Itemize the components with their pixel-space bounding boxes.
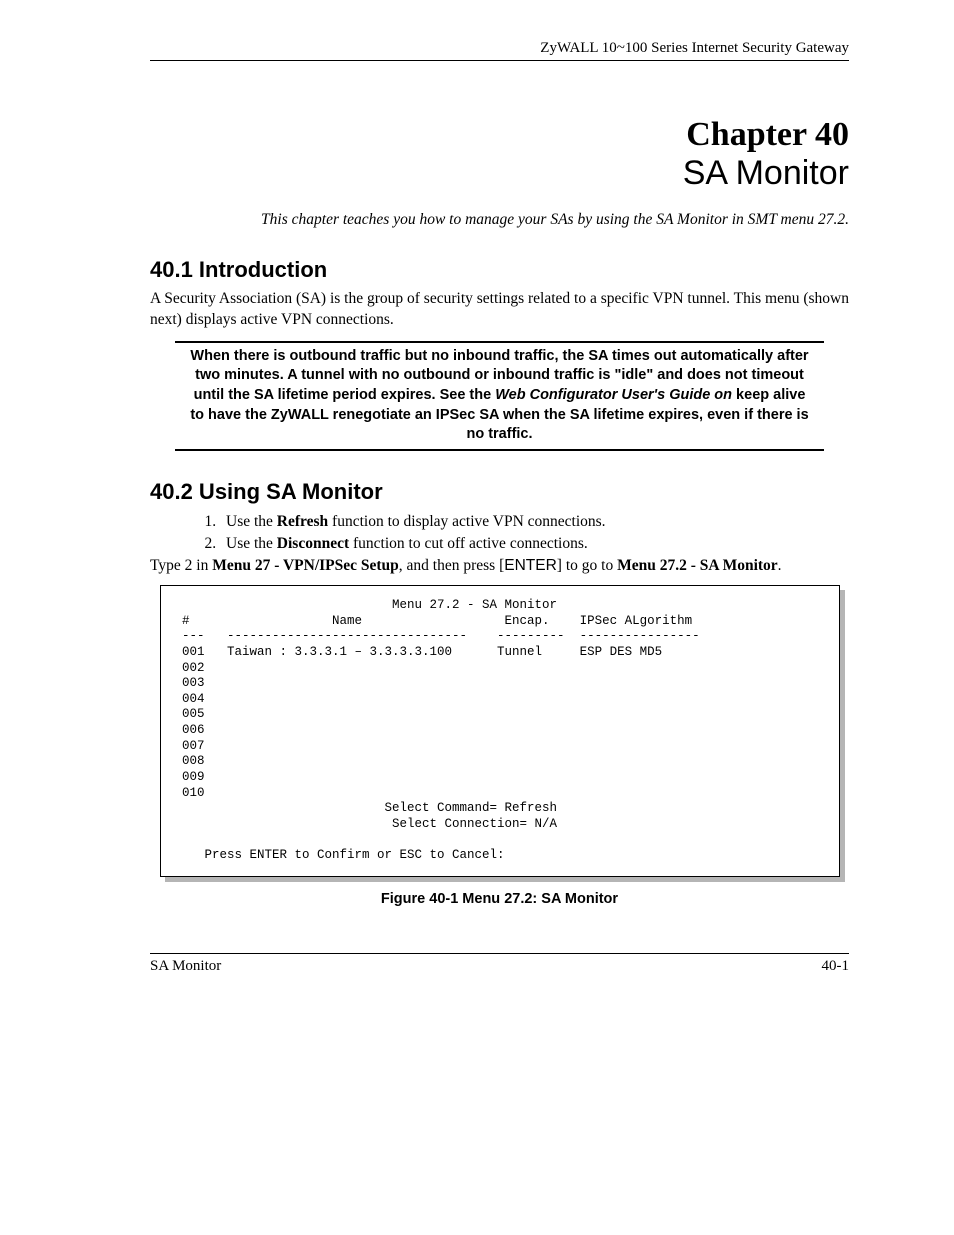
section-40-1-heading: 40.1 Introduction xyxy=(150,257,849,283)
type-instruction: Type 2 in Menu 27 - VPN/IPSec Setup, and… xyxy=(150,557,849,575)
footer-right: 40-1 xyxy=(822,958,850,975)
step-2: Use the Disconnect function to cut off a… xyxy=(220,533,849,555)
steps-list: Use the Refresh function to display acti… xyxy=(220,511,849,555)
section-40-1-body: A Security Association (SA) is the group… xyxy=(150,289,849,331)
footer-left: SA Monitor xyxy=(150,958,221,975)
figure-caption: Figure 40-1 Menu 27.2: SA Monitor xyxy=(150,891,849,907)
section-40-2-heading: 40.2 Using SA Monitor xyxy=(150,479,849,505)
terminal-screen: Menu 27.2 - SA Monitor # Name Encap. IPS… xyxy=(160,585,840,877)
running-header: ZyWALL 10~100 Series Internet Security G… xyxy=(150,40,849,61)
chapter-heading-block: Chapter 40 SA Monitor xyxy=(150,116,849,193)
chapter-title: SA Monitor xyxy=(150,154,849,193)
chapter-intro: This chapter teaches you how to manage y… xyxy=(150,211,849,229)
terminal-figure: Menu 27.2 - SA Monitor # Name Encap. IPS… xyxy=(160,585,840,877)
note-italic: Web Configurator User's Guide on xyxy=(495,387,732,403)
page-footer: SA Monitor 40-1 xyxy=(150,953,849,975)
step-1: Use the Refresh function to display acti… xyxy=(220,511,849,533)
chapter-label: Chapter 40 xyxy=(150,116,849,154)
note-box: When there is outbound traffic but no in… xyxy=(175,341,824,451)
